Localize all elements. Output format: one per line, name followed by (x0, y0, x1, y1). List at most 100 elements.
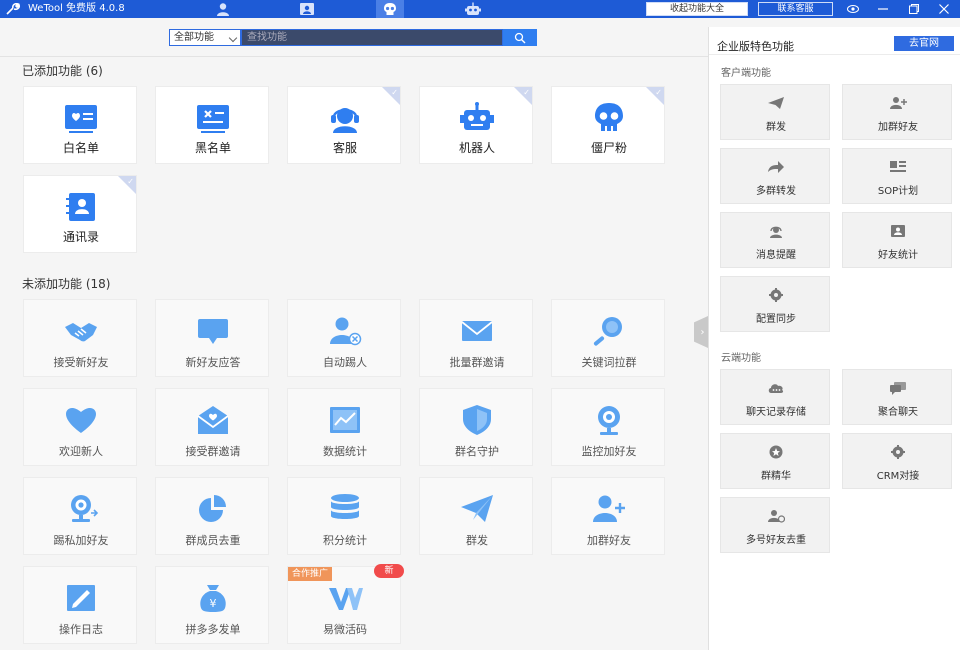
unadded-tile-batch-invite[interactable]: 批量群邀请 (419, 299, 533, 377)
tile-label: 批量群邀请 (449, 356, 505, 369)
tile-label: 群成员去重 (185, 534, 241, 547)
tile-label: 僵尸粉 (590, 141, 627, 155)
star-badge-icon (769, 445, 783, 459)
unadded-tile-accept-group-invite[interactable]: 接受群邀请 (155, 388, 269, 466)
heart-icon (66, 407, 96, 433)
paper-plane-icon (768, 97, 784, 109)
unadded-tile-pdd-orders[interactable]: ¥ 拼多多发单 (155, 566, 269, 644)
unadded-tile-dedupe-members[interactable]: 群成员去重 (155, 477, 269, 555)
minimize-button[interactable] (875, 1, 891, 17)
cloud-tile-crm[interactable]: CRM对接 (842, 433, 952, 489)
added-tile-whitelist[interactable]: 白名单 (23, 86, 137, 164)
tile-label: 监控加好友 (581, 445, 637, 458)
eye-button[interactable] (845, 1, 861, 17)
unadded-tile-kick-private-friend[interactable]: 踢私加好友 (23, 477, 137, 555)
gear-icon (769, 288, 783, 302)
contact-support-button[interactable]: 联系客服 (758, 2, 833, 16)
tile-label: 群精华 (761, 471, 791, 482)
tile-label: 群发 (466, 534, 488, 547)
unadded-tile-auto-kick[interactable]: 自动踢人 (287, 299, 401, 377)
cloud-chat-icon (768, 384, 784, 393)
contacts-card-icon (300, 3, 314, 15)
unadded-tile-welcome[interactable]: 欢迎新人 (23, 388, 137, 466)
tile-label: 群名守护 (455, 445, 499, 458)
cloud-tile-chat-storage[interactable]: 聊天记录存储 (720, 369, 830, 425)
unadded-section-title: 未添加功能 (18) (22, 277, 111, 291)
client-tile-add-group-friends[interactable]: 加群好友 (842, 84, 952, 140)
tile-label: 数据统计 (323, 445, 367, 458)
search-button[interactable] (503, 29, 537, 46)
envelope-icon (461, 321, 493, 341)
customer-service-icon (331, 108, 359, 133)
title-bar: WeTool 免费版 4.0.8 收起功能大全 联系客服 (0, 0, 960, 18)
unadded-tile-add-group-friends[interactable]: 加群好友 (551, 477, 665, 555)
webcam-icon (598, 406, 620, 435)
tile-label: 加群好友 (587, 534, 631, 547)
check-icon: ✓ (391, 88, 398, 97)
eye-icon (847, 5, 859, 13)
unadded-tile-keyword-group[interactable]: 关键词拉群 (551, 299, 665, 377)
search-input[interactable]: 查找功能 (241, 29, 503, 46)
client-tile-friend-stats[interactable]: 好友统计 (842, 212, 952, 268)
panel-toggle-handle[interactable]: › (694, 316, 708, 348)
unadded-tile-mass-send[interactable]: 群发 (419, 477, 533, 555)
divider (0, 56, 708, 57)
magnifier-icon (593, 317, 622, 346)
tile-label: 接受新好友 (53, 356, 109, 369)
cloud-tile-group-highlights[interactable]: 群精华 (720, 433, 830, 489)
tile-label: 通讯录 (62, 230, 99, 244)
added-tile-zombie-fans[interactable]: ✓ 僵尸粉 (551, 86, 665, 164)
nav-person-button[interactable] (209, 0, 237, 18)
official-site-button[interactable]: 去官网 (894, 36, 954, 51)
nav-skull-button[interactable] (376, 0, 404, 18)
unadded-tile-accept-friend[interactable]: 接受新好友 (23, 299, 137, 377)
users-icon (768, 510, 785, 523)
unadded-tile-data-stats[interactable]: 数据统计 (287, 388, 401, 466)
close-button[interactable] (936, 1, 952, 17)
maximize-button[interactable] (906, 1, 922, 17)
added-tile-customer-service[interactable]: ✓ 客服 (287, 86, 401, 164)
client-tile-sop-plan[interactable]: SOP计划 (842, 148, 952, 204)
tile-label: 聚合聊天 (878, 407, 918, 418)
skull-icon (384, 3, 396, 15)
tile-label: 群发 (766, 122, 786, 133)
collapse-features-button[interactable]: 收起功能大全 (646, 2, 748, 16)
app-title: WeTool 免费版 4.0.8 (28, 3, 125, 14)
search-icon (514, 32, 526, 43)
client-tile-config-sync[interactable]: 配置同步 (720, 276, 830, 332)
tile-label: 黑名单 (194, 141, 231, 155)
added-tile-robot[interactable]: ✓ 机器人 (419, 86, 533, 164)
client-tile-multi-forward[interactable]: 多群转发 (720, 148, 830, 204)
gear-icon (891, 445, 905, 459)
handshake-icon (65, 323, 97, 342)
close-icon (939, 4, 949, 14)
cloud-tile-aggregate-chat[interactable]: 聚合聊天 (842, 369, 952, 425)
unadded-tile-operation-log[interactable]: 操作日志 (23, 566, 137, 644)
tile-label: 消息提醒 (756, 250, 796, 261)
unadded-tile-monitor-add-friend[interactable]: 监控加好友 (551, 388, 665, 466)
tile-label: 踢私加好友 (53, 534, 109, 547)
unadded-tile-new-friend-reply[interactable]: 新好友应答 (155, 299, 269, 377)
tile-label: 白名单 (62, 141, 99, 155)
minimize-icon (878, 8, 888, 10)
nav-robot-button[interactable] (459, 0, 487, 18)
category-select[interactable]: 全部功能 (169, 29, 241, 46)
blacklist-icon (197, 105, 229, 133)
tile-label: 机器人 (458, 141, 495, 155)
added-tile-address-book[interactable]: ✓ 通讯录 (23, 175, 137, 253)
unadded-tile-group-name-guard[interactable]: 群名守护 (419, 388, 533, 466)
client-tile-message-reminder[interactable]: 消息提醒 (720, 212, 830, 268)
client-tile-mass-send[interactable]: 群发 (720, 84, 830, 140)
headset-icon (770, 226, 782, 238)
added-tile-blacklist[interactable]: 黑名单 (155, 86, 269, 164)
added-section-title: 已添加功能 (6) (22, 64, 103, 78)
line-chart-icon (330, 407, 360, 433)
yiwei-logo-icon (329, 588, 363, 610)
address-book-icon (66, 193, 95, 221)
unadded-tile-points-stats[interactable]: 积分统计 (287, 477, 401, 555)
chat-bubbles-icon (890, 382, 906, 395)
user-add-icon (890, 97, 907, 109)
cloud-tile-multi-account-dedupe[interactable]: 多号好友去重 (720, 497, 830, 553)
open-mail-icon (197, 406, 229, 434)
nav-contacts-button[interactable] (293, 0, 321, 18)
